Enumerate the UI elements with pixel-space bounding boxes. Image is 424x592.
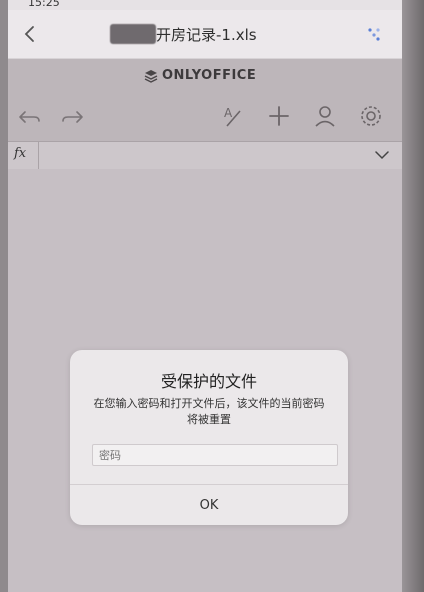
password-input[interactable] — [92, 444, 338, 466]
document-title: 开房记录-1.xls — [156, 26, 257, 44]
gear-icon[interactable] — [356, 101, 386, 131]
protected-file-dialog: 受保护的文件 在您输入密码和打开文件后，该文件的当前密码将被重置 OK — [70, 350, 348, 525]
brand-bar: ONLYOFFICE — [8, 59, 402, 93]
dialog-divider — [70, 484, 348, 485]
chevron-down-icon[interactable] — [374, 148, 390, 162]
edit-text-icon[interactable]: A — [218, 101, 248, 131]
redacted-name — [110, 24, 156, 44]
ok-button[interactable]: OK — [70, 486, 348, 524]
onlyoffice-logo-icon — [144, 70, 158, 83]
app-screen: 15:25 开房记录-1.xls ONLYOFFICE A fx 受保护的文件 … — [8, 0, 402, 592]
svg-text:A: A — [224, 106, 233, 120]
status-bar: 15:25 — [8, 0, 402, 10]
formula-divider — [38, 142, 39, 169]
fx-label: fx — [14, 146, 27, 161]
title-bar: 开房记录-1.xls — [8, 10, 402, 59]
redo-icon[interactable] — [58, 101, 88, 131]
plus-icon[interactable] — [264, 101, 294, 131]
brand-name: ONLYOFFICE — [162, 68, 257, 83]
undo-icon[interactable] — [14, 101, 44, 131]
editor-toolbar: A — [8, 93, 402, 141]
phone-bezel-right — [402, 0, 424, 592]
dialog-title: 受保护的文件 — [160, 372, 257, 391]
user-icon[interactable] — [310, 101, 340, 131]
status-time: 15:25 — [28, 0, 60, 9]
dialog-message: 在您输入密码和打开文件后，该文件的当前密码将被重置 — [93, 397, 325, 426]
chevron-left-icon[interactable] — [18, 22, 42, 46]
formula-bar[interactable]: fx — [8, 141, 402, 170]
phone-bezel-left — [0, 0, 8, 592]
menu-icon[interactable] — [366, 27, 382, 41]
